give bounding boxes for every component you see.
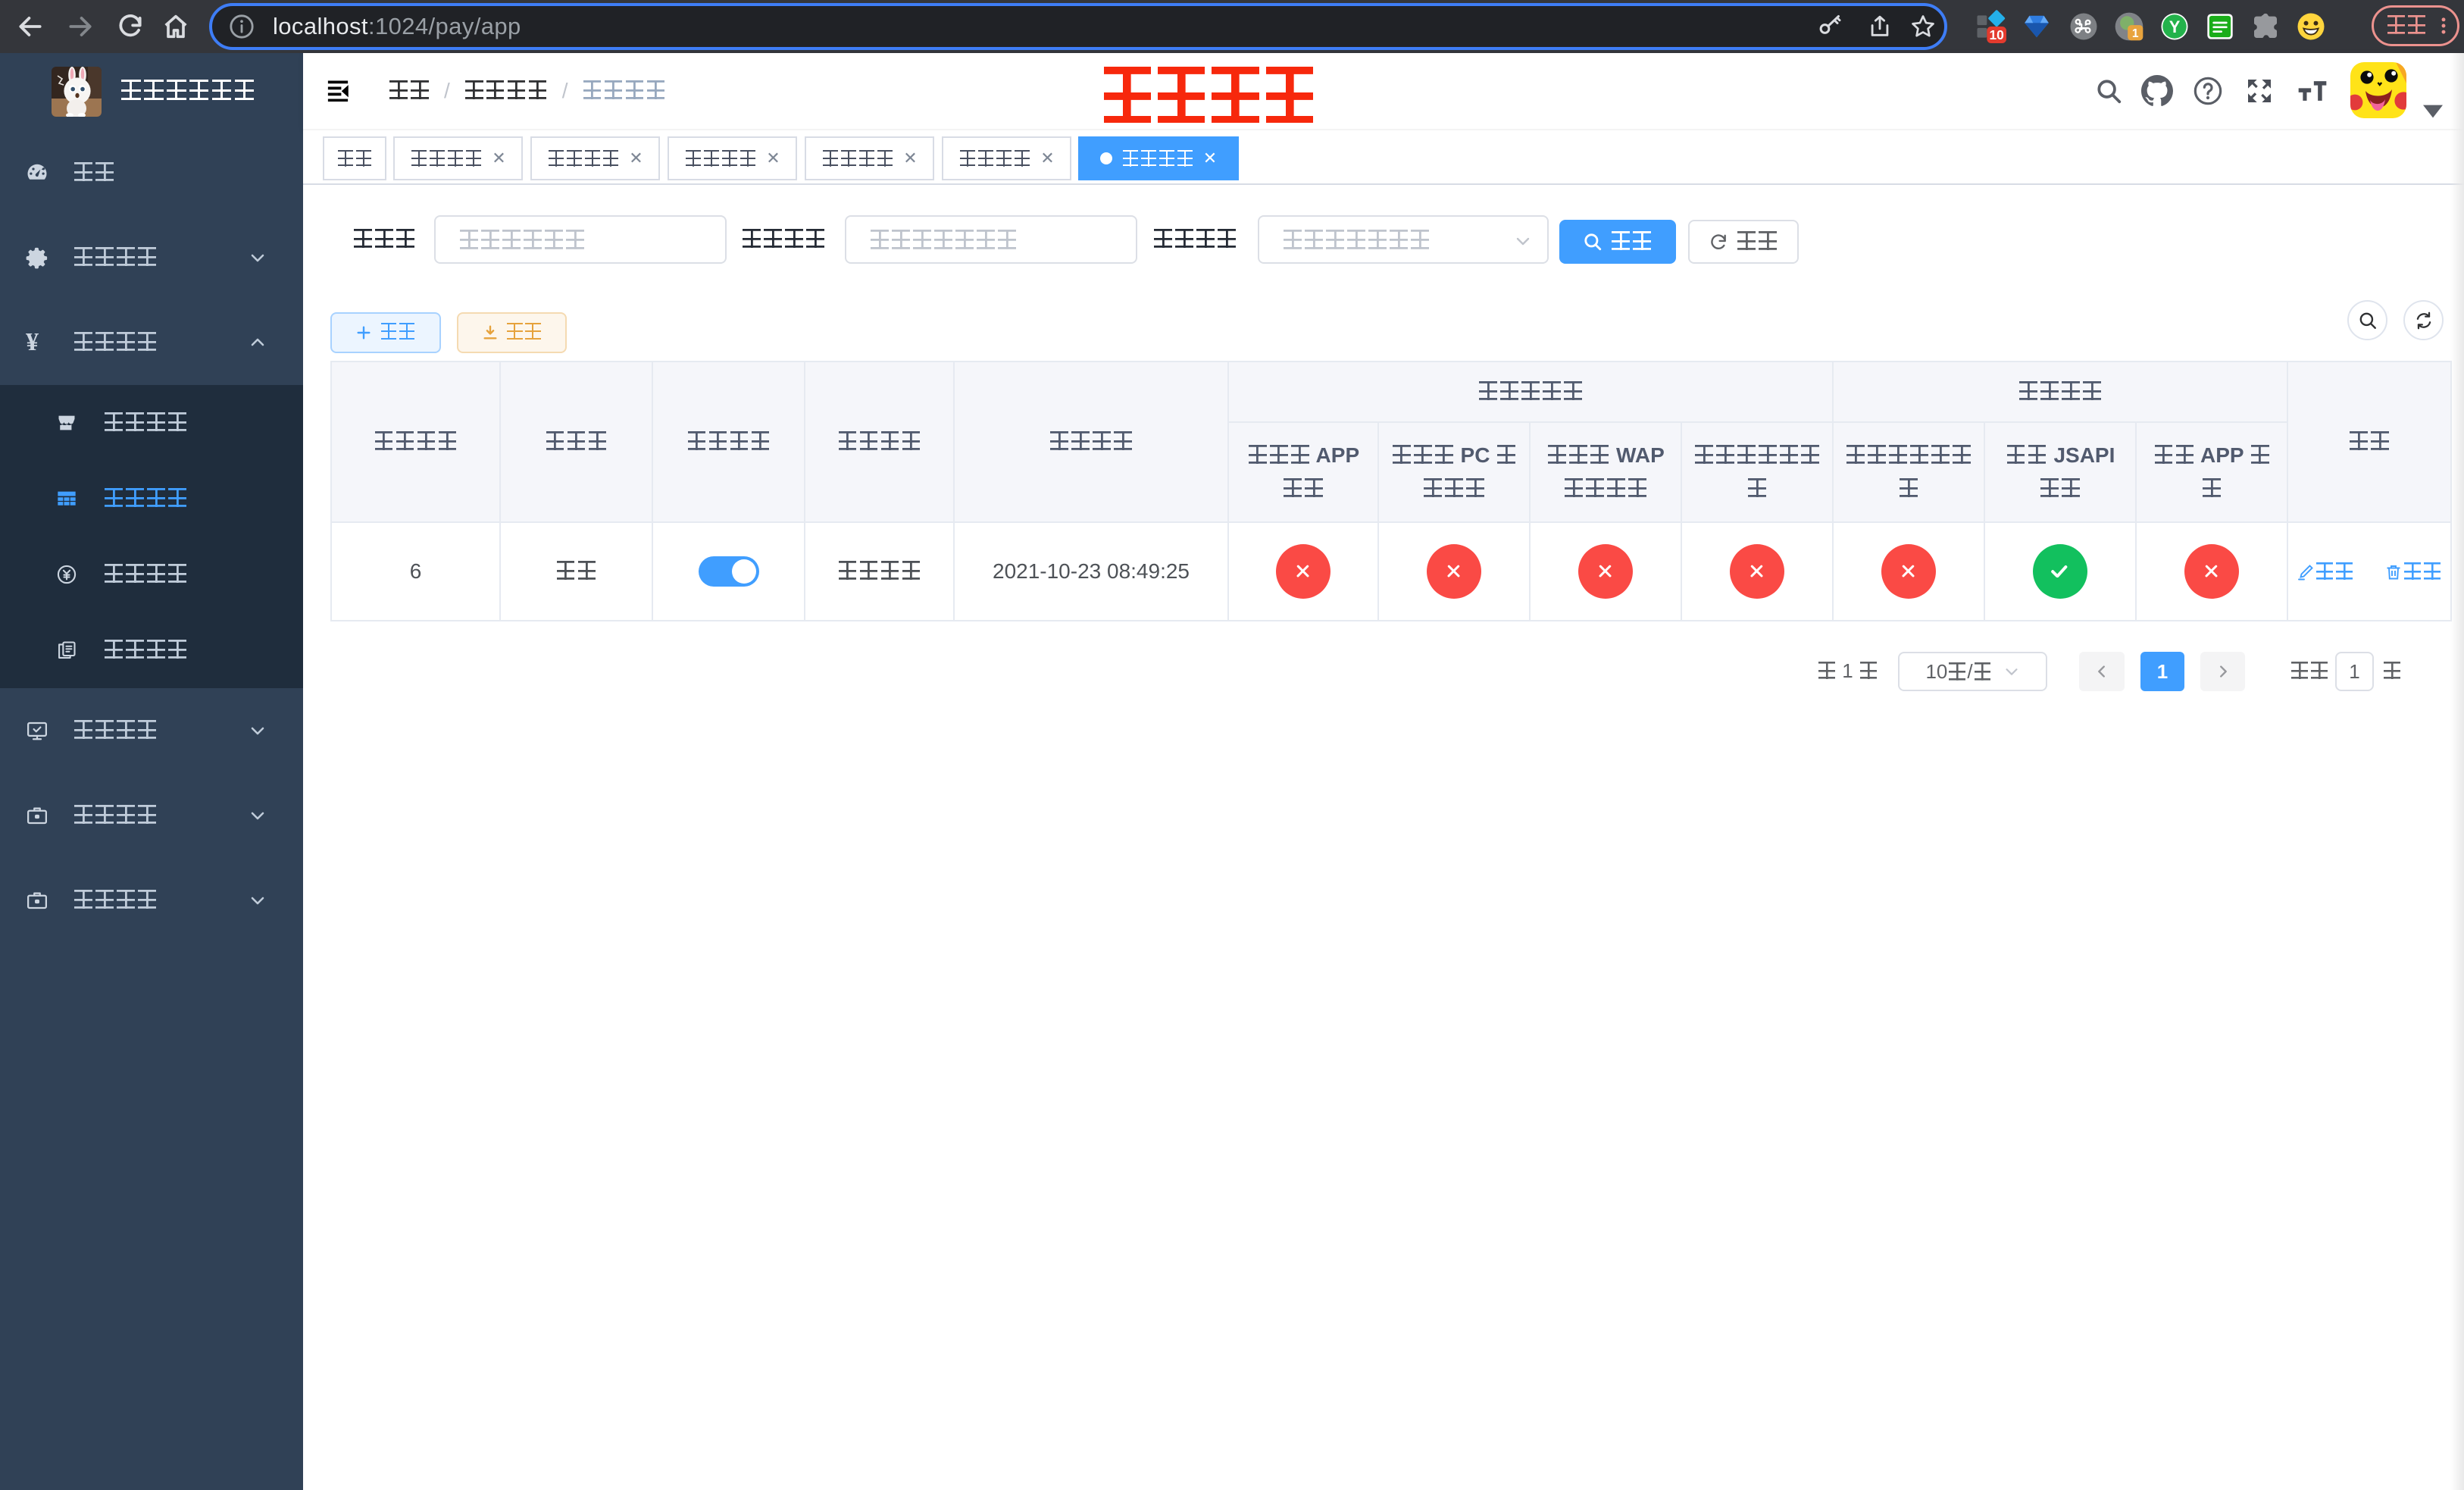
svg-text:1: 1 [2132,27,2139,40]
svg-text:Y: Y [2169,17,2181,36]
svg-text:10: 10 [1989,27,2003,42]
